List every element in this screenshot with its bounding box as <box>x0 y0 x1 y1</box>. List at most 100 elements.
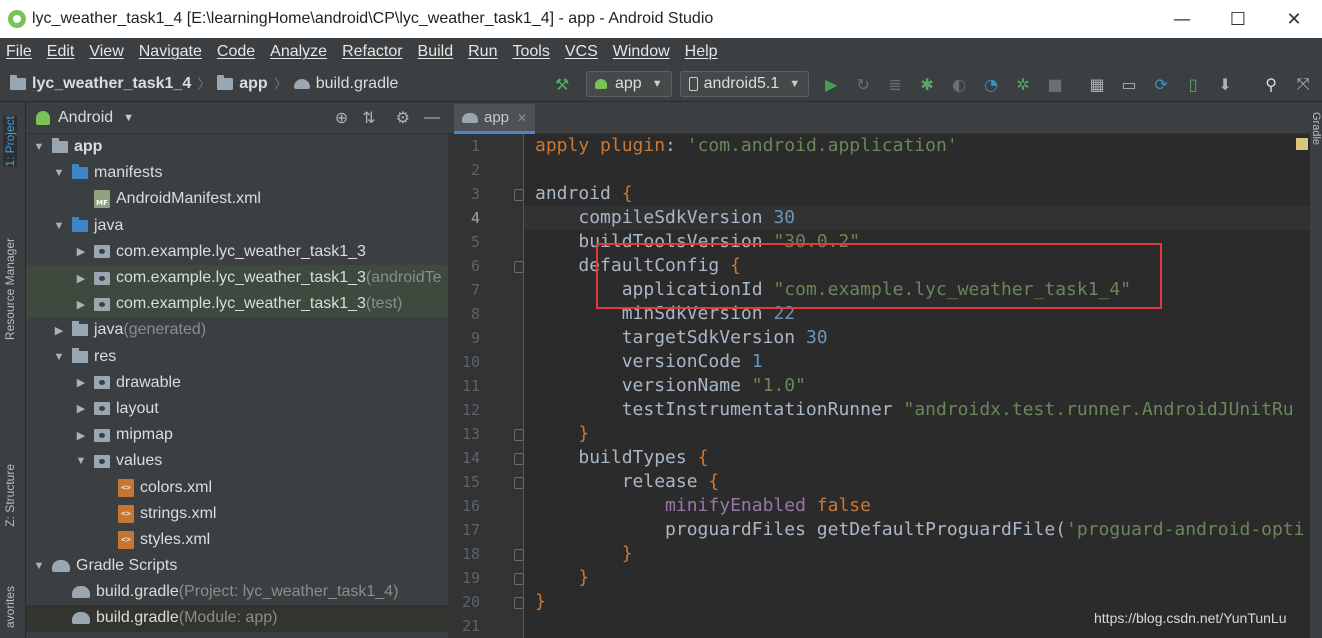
resource-manager-tool-button[interactable]: Resource Manager <box>3 238 17 340</box>
tree-item-layout[interactable]: ▶ layout <box>26 396 448 422</box>
debug-icon[interactable]: ✱ <box>913 70 941 98</box>
settings-sync-icon[interactable]: ⤧ <box>1289 70 1317 98</box>
editor-tab-app[interactable]: app ✕ <box>454 104 536 134</box>
layout-inspector-icon[interactable]: ▭ <box>1115 70 1143 98</box>
menu-window[interactable]: Window <box>613 43 670 61</box>
tree-item-styles-xml[interactable]: <> styles.xml <box>26 527 448 553</box>
close-button[interactable]: ✕ <box>1266 0 1322 38</box>
tree-item-java-generated[interactable]: ▶ java (generated) <box>26 317 448 343</box>
breadcrumb-project[interactable]: lyc_weather_task1_4 <box>32 75 191 93</box>
inspection-warning-icon[interactable] <box>1296 138 1308 150</box>
menu-view[interactable]: View <box>89 43 123 61</box>
collapsed-arrow-icon[interactable]: ▶ <box>74 402 88 415</box>
run-icon[interactable]: ▶ <box>817 70 845 98</box>
collapse-all-icon[interactable]: ⇅ <box>362 108 375 128</box>
attach-debugger-icon[interactable]: ✲ <box>1009 70 1037 98</box>
tree-item-app[interactable]: ▼ app <box>26 134 448 160</box>
expanded-arrow-icon[interactable]: ▼ <box>32 141 46 153</box>
expanded-arrow-icon[interactable]: ▼ <box>74 455 88 467</box>
manifest-file-icon: MF <box>94 190 110 209</box>
tree-label: java <box>94 321 124 339</box>
tree-item-values[interactable]: ▼ values <box>26 448 448 474</box>
expanded-arrow-icon[interactable]: ▼ <box>52 351 66 363</box>
menu-run[interactable]: Run <box>468 43 497 61</box>
profile-icon[interactable]: ◔ <box>977 70 1005 98</box>
fold-marker-icon[interactable] <box>514 477 524 489</box>
sync-gradle-icon[interactable]: ⟳ <box>1147 70 1175 98</box>
fold-marker-icon[interactable] <box>514 261 524 273</box>
code-line-4: compileSdkVersion 30 <box>524 206 1310 230</box>
tree-item-res[interactable]: ▼ res <box>26 344 448 370</box>
menu-analyze[interactable]: Analyze <box>270 43 327 61</box>
chevron-down-icon[interactable]: ▼ <box>123 112 134 124</box>
code-token: 30 <box>773 207 796 228</box>
close-tab-icon[interactable]: ✕ <box>517 111 527 125</box>
fold-marker-icon[interactable] <box>514 189 524 201</box>
menu-vcs[interactable]: VCS <box>565 43 598 61</box>
package-icon <box>94 271 110 285</box>
collapsed-arrow-icon[interactable]: ▶ <box>74 429 88 442</box>
tree-item-manifests[interactable]: ▼ manifests <box>26 160 448 186</box>
project-structure-icon[interactable]: ▦ <box>1083 70 1111 98</box>
collapsed-arrow-icon[interactable]: ▶ <box>74 376 88 389</box>
code-editor[interactable]: apply plugin: 'com.android.application' … <box>524 134 1310 638</box>
apply-changes-icon[interactable]: ↻ <box>849 70 877 98</box>
tree-item-strings-xml[interactable]: <> strings.xml <box>26 501 448 527</box>
search-icon[interactable]: ⚲ <box>1257 70 1285 98</box>
device-select[interactable]: android5.1 ▼ <box>679 71 810 97</box>
menu-edit[interactable]: Edit <box>47 43 75 61</box>
fold-marker-icon[interactable] <box>514 573 524 585</box>
structure-tool-button[interactable]: Z: Structure <box>3 464 17 527</box>
gear-icon[interactable]: ⚙ <box>396 108 410 128</box>
tree-item-package-test[interactable]: ▶ com.example.lyc_weather_task1_3 (test) <box>26 291 448 318</box>
maximize-button[interactable]: ☐ <box>1210 0 1266 38</box>
fold-marker-icon[interactable] <box>514 453 524 465</box>
sdk-manager-icon[interactable]: ⬇ <box>1211 70 1239 98</box>
menu-navigate[interactable]: Navigate <box>139 43 202 61</box>
view-mode-select[interactable]: Android <box>58 109 113 127</box>
collapsed-arrow-icon[interactable]: ▶ <box>52 324 66 337</box>
gradle-file-icon <box>293 78 310 89</box>
avd-manager-icon[interactable]: ▯ <box>1179 70 1207 98</box>
tree-item-colors-xml[interactable]: <> colors.xml <box>26 474 448 500</box>
fold-marker-icon[interactable] <box>514 429 524 441</box>
tree-item-package[interactable]: ▶ com.example.lyc_weather_task1_3 <box>26 239 448 265</box>
tree-label: layout <box>116 399 159 417</box>
expanded-arrow-icon[interactable]: ▼ <box>52 167 66 179</box>
make-project-hammer-icon[interactable]: ⚒ <box>548 70 576 98</box>
expanded-arrow-icon[interactable]: ▼ <box>52 220 66 232</box>
tree-item-build-gradle-module[interactable]: build.gradle (Module: app) <box>26 605 448 632</box>
coverage-icon[interactable]: ◐ <box>945 70 973 98</box>
stop-icon[interactable]: ■ <box>1041 70 1069 98</box>
fold-marker-icon[interactable] <box>514 597 524 609</box>
tree-item-androidmanifest[interactable]: MF AndroidManifest.xml <box>26 186 448 212</box>
apply-code-changes-icon[interactable]: ≣ <box>881 70 909 98</box>
collapsed-arrow-icon[interactable]: ▶ <box>74 298 88 311</box>
tree-item-build-gradle-project[interactable]: build.gradle (Project: lyc_weather_task1… <box>26 579 448 605</box>
tree-item-java[interactable]: ▼ java <box>26 213 448 239</box>
menu-refactor[interactable]: Refactor <box>342 43 402 61</box>
fold-marker-icon[interactable] <box>514 549 524 561</box>
breadcrumb-module[interactable]: app <box>239 75 267 93</box>
menu-build[interactable]: Build <box>418 43 454 61</box>
tree-item-mipmap[interactable]: ▶ mipmap <box>26 422 448 448</box>
tree-item-gradle-scripts[interactable]: ▼ Gradle Scripts <box>26 553 448 579</box>
breadcrumb-file[interactable]: build.gradle <box>316 75 399 93</box>
gradle-tool-button[interactable]: Gradle <box>1310 112 1322 145</box>
project-tool-button[interactable]: 1: Project <box>3 116 17 167</box>
tree-item-drawable[interactable]: ▶ drawable <box>26 370 448 396</box>
menu-code[interactable]: Code <box>217 43 255 61</box>
run-configuration-select[interactable]: app ▼ <box>586 71 672 97</box>
menu-tools[interactable]: Tools <box>512 43 549 61</box>
collapsed-arrow-icon[interactable]: ▶ <box>74 245 88 258</box>
line-number: 1 <box>470 137 480 155</box>
menu-file[interactable]: File <box>6 43 32 61</box>
tree-item-package-androidtest[interactable]: ▶ com.example.lyc_weather_task1_3 (andro… <box>26 264 448 292</box>
expanded-arrow-icon[interactable]: ▼ <box>32 560 46 572</box>
favorites-tool-button[interactable]: avorites <box>3 586 17 628</box>
hide-icon[interactable]: — <box>424 109 440 127</box>
locate-icon[interactable]: ⊕ <box>335 108 348 128</box>
minimize-button[interactable]: — <box>1154 0 1210 38</box>
collapsed-arrow-icon[interactable]: ▶ <box>74 272 88 285</box>
menu-help[interactable]: Help <box>685 43 718 61</box>
